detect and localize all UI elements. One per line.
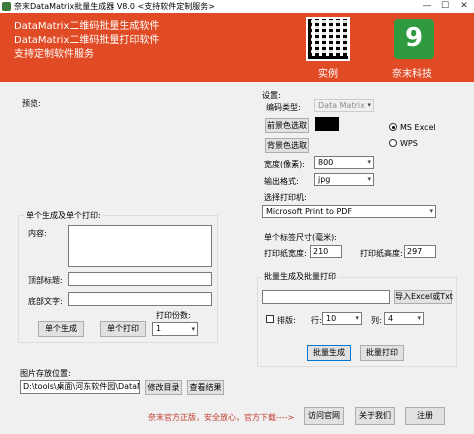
sample-datamatrix-image <box>306 17 350 61</box>
chevron-down-icon: ▾ <box>367 158 371 166</box>
app-icon <box>2 2 11 11</box>
row-label: 行: <box>311 316 322 325</box>
encoding-select[interactable]: Data Matrix ▾ <box>314 99 374 112</box>
row-select[interactable]: 10 ▾ <box>322 312 362 325</box>
register-button[interactable]: 注册 <box>405 407 445 425</box>
printer-value: Microsoft Print to PDF <box>266 207 353 216</box>
visit-website-button[interactable]: 访问官网 <box>304 407 344 425</box>
printer-label: 选择打印机: <box>264 193 307 202</box>
row-value: 10 <box>326 314 337 323</box>
maximize-button[interactable]: ☐ <box>436 0 454 13</box>
foreground-color-swatch <box>315 117 339 131</box>
content-textarea[interactable] <box>68 225 212 267</box>
printer-select[interactable]: Microsoft Print to PDF ▾ <box>262 205 436 218</box>
encoding-label: 编码类型: <box>266 103 301 112</box>
batch-generate-button[interactable]: 批量生成 <box>307 345 351 361</box>
wps-label: WPS <box>400 139 418 148</box>
storage-label: 图片存放位置: <box>20 369 71 378</box>
single-print-button[interactable]: 单个打印 <box>100 321 146 337</box>
width-select[interactable]: 800 ▾ <box>314 156 374 169</box>
print-copies-select[interactable]: 1 ▾ <box>152 322 198 336</box>
modify-directory-button[interactable]: 修改目录 <box>145 380 182 395</box>
title-bar: 奈末DataMatrix批量生成器 V8.0 <支持软件定制服务> — ☐ ✕ <box>0 0 474 13</box>
storage-path-input[interactable]: D:\tools\桌面\河东软件园\DataMa <box>20 380 140 394</box>
arrange-label: 排版: <box>277 316 296 325</box>
format-label: 输出格式: <box>264 177 299 186</box>
print-width-label: 打印纸宽度: <box>264 249 307 258</box>
official-download-notice: 奈末官方正版，安全放心，官方下载----> <box>148 413 295 422</box>
background-color-button[interactable]: 背景色选取 <box>265 138 309 153</box>
window-title: 奈末DataMatrix批量生成器 V8.0 <支持软件定制服务> <box>14 2 215 11</box>
brand-logo: 9 <box>394 19 434 59</box>
batch-group-title: 批量生成及批量打印 <box>262 271 338 282</box>
banner-line-3: 支持定制软件服务 <box>14 49 94 60</box>
bottom-text-input[interactable] <box>68 292 212 306</box>
wps-radio[interactable] <box>389 139 397 147</box>
print-height-label: 打印纸高度: <box>360 249 403 258</box>
print-copies-label: 打印份数: <box>156 311 191 320</box>
batch-file-input[interactable] <box>262 290 390 304</box>
chevron-down-icon: ▾ <box>417 314 421 322</box>
view-results-button[interactable]: 查看结果 <box>187 380 224 395</box>
import-excel-txt-button[interactable]: 导入Excel或Txt <box>394 290 453 304</box>
chevron-down-icon: ▾ <box>367 175 371 183</box>
ms-excel-radio[interactable] <box>389 123 397 131</box>
about-us-button[interactable]: 关于我们 <box>355 407 395 425</box>
sample-caption: 实例 <box>318 69 338 80</box>
settings-title: 设置: <box>262 91 281 100</box>
chevron-down-icon: ▾ <box>191 325 195 333</box>
arrange-checkbox[interactable] <box>266 315 274 323</box>
chevron-down-icon: ▾ <box>367 101 371 109</box>
chevron-down-icon: ▾ <box>355 314 359 322</box>
minimize-button[interactable]: — <box>418 0 436 13</box>
print-width-input[interactable]: 210 <box>310 245 342 258</box>
brand-caption: 奈末科技 <box>392 69 432 80</box>
print-height-value: 297 <box>407 247 423 256</box>
single-group-title: 单个生成及单个打印: <box>24 210 103 221</box>
header-banner: DataMatrix二维码批量生成软件 DataMatrix二维码批量打印软件 … <box>0 13 474 82</box>
batch-print-button[interactable]: 批量打印 <box>360 345 404 361</box>
print-height-input[interactable]: 297 <box>404 245 436 258</box>
storage-path-value: D:\tools\桌面\河东软件园\DataMa <box>23 382 140 391</box>
top-title-label: 顶部标题: <box>28 276 63 285</box>
column-value: 4 <box>388 314 394 323</box>
width-label: 宽度(像素): <box>264 160 305 169</box>
format-select[interactable]: jpg ▾ <box>314 173 374 186</box>
close-button[interactable]: ✕ <box>455 0 473 13</box>
top-title-input[interactable] <box>68 272 212 286</box>
encoding-value: Data Matrix <box>318 101 365 110</box>
label-size-label: 单个标签尺寸(毫米): <box>264 233 337 242</box>
width-value: 800 <box>318 158 334 167</box>
print-width-value: 210 <box>313 247 329 256</box>
banner-line-1: DataMatrix二维码批量生成软件 <box>14 21 160 32</box>
print-copies-value: 1 <box>156 324 162 333</box>
content-label: 内容: <box>28 229 47 238</box>
foreground-color-button[interactable]: 前景色选取 <box>265 118 309 133</box>
column-select[interactable]: 4 ▾ <box>384 312 424 325</box>
ms-excel-label: MS Excel <box>400 123 436 132</box>
chevron-down-icon: ▾ <box>429 207 433 215</box>
preview-label: 预览: <box>22 99 41 108</box>
single-generate-button[interactable]: 单个生成 <box>38 321 84 337</box>
banner-line-2: DataMatrix二维码批量打印软件 <box>14 35 160 46</box>
format-value: jpg <box>318 175 331 184</box>
bottom-text-label: 底部文字: <box>28 297 63 306</box>
column-label: 列: <box>371 316 382 325</box>
